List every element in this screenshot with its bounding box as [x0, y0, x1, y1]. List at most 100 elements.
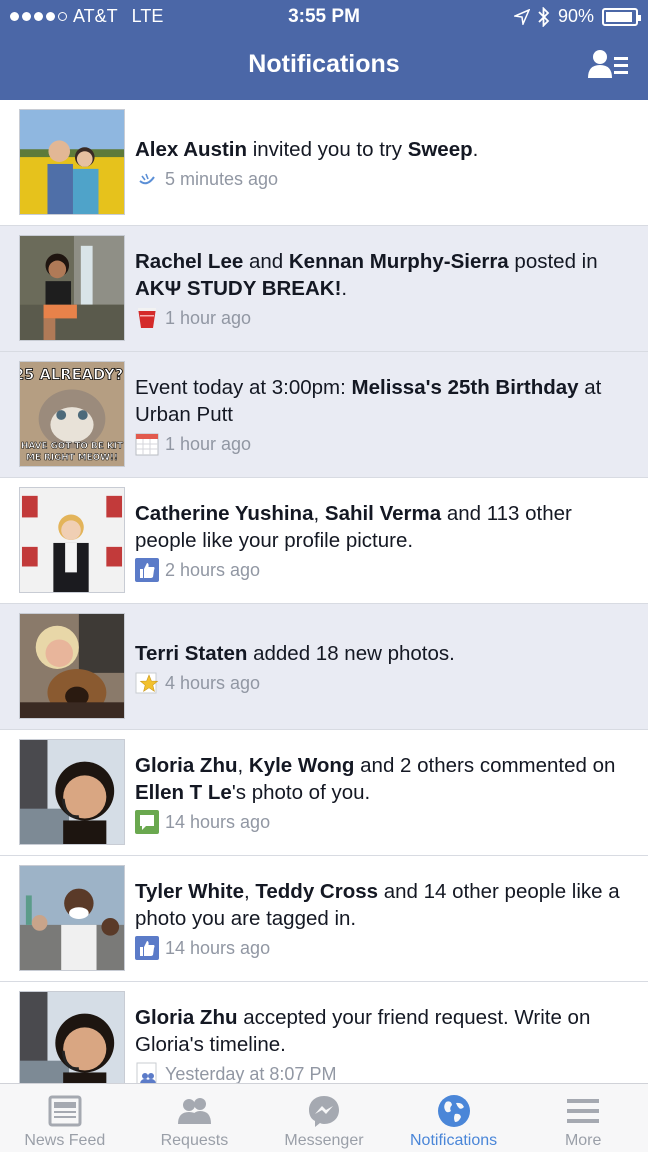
- notification-thumbnail: [19, 487, 125, 593]
- notification-thumbnail: [19, 235, 125, 341]
- tab-label: News Feed: [24, 1132, 106, 1149]
- tab-requests[interactable]: Requests: [130, 1084, 260, 1152]
- notification-time: 4 hours ago: [165, 672, 261, 693]
- notification-text: Catherine Yushina, Sahil Verma and 113 o…: [135, 500, 635, 554]
- menu-icon: [566, 1094, 600, 1128]
- notification-content: Rachel Lee and Kennan Murphy-Sierra post…: [135, 248, 635, 330]
- news-feed-icon: [48, 1094, 82, 1128]
- battery-percent: 90%: [557, 6, 594, 26]
- notification-plain-text: ,: [313, 502, 325, 525]
- notification-plain-text: and: [243, 250, 289, 273]
- notification-meta: 4 hours ago: [135, 671, 635, 695]
- notification-bold-text: Kyle Wong: [248, 754, 355, 777]
- notification-row[interactable]: Alex Austin invited you to try Sweep. 5 m…: [0, 100, 648, 226]
- notification-bold-text: Teddy Cross: [255, 880, 379, 903]
- notification-meta: Yesterday at 8:07 PM: [135, 1062, 635, 1083]
- notification-content: Terri Staten added 18 new photos. 4 hours…: [135, 640, 635, 695]
- notification-content: Gloria Zhu accepted your friend request.…: [135, 1004, 635, 1083]
- bluetooth-icon: [538, 6, 550, 27]
- notification-bold-text: AKΨ STUDY BREAK!: [135, 277, 342, 300]
- comment-icon: [135, 810, 159, 834]
- notification-plain-text: ,: [237, 754, 249, 777]
- notification-row[interactable]: Gloria Zhu, Kyle Wong and 2 others comme…: [0, 730, 648, 856]
- notification-content: Catherine Yushina, Sahil Verma and 113 o…: [135, 500, 635, 582]
- tab-news-feed[interactable]: News Feed: [0, 1084, 130, 1152]
- notification-row[interactable]: 25 ALREADY?! HAVE GOT TO BE KIT ME RIGHT…: [0, 352, 648, 478]
- notification-row[interactable]: Terri Staten added 18 new photos. 4 hours…: [0, 604, 648, 730]
- tab-bar: News Feed Requests Messenger Notifications M…: [0, 1083, 648, 1152]
- tab-label: More: [564, 1132, 602, 1149]
- notification-time: 5 minutes ago: [165, 168, 279, 189]
- notification-row[interactable]: Tyler White, Teddy Cross and 14 other pe…: [0, 856, 648, 982]
- notification-thumbnail: [19, 613, 125, 719]
- like-icon: [135, 936, 159, 960]
- notification-row[interactable]: Rachel Lee and Kennan Murphy-Sierra post…: [0, 226, 648, 352]
- notification-plain-text: .: [472, 138, 479, 161]
- notification-time: 2 hours ago: [165, 559, 261, 580]
- notification-bold-text: Gloria Zhu: [135, 1006, 238, 1029]
- location-arrow-icon: [513, 8, 530, 25]
- notification-bold-text: Melissa's 25th Birthday: [351, 376, 579, 399]
- friend-list-button[interactable]: [588, 48, 630, 80]
- meme-top-text: 25 ALREADY?!: [20, 367, 124, 384]
- notification-text: Event today at 3:00pm: Melissa's 25th Bi…: [135, 374, 635, 428]
- notification-bold-text: Sahil Verma: [324, 502, 442, 525]
- notification-time: 14 hours ago: [165, 937, 271, 958]
- globe-icon: [437, 1094, 471, 1128]
- requests-icon: [177, 1094, 212, 1128]
- notification-bold-text: Alex Austin: [135, 138, 248, 161]
- notification-bold-text: Catherine Yushina: [135, 502, 314, 525]
- notification-time: 1 hour ago: [165, 433, 252, 454]
- notification-time: 1 hour ago: [165, 307, 252, 328]
- notification-plain-text: added 18 new photos.: [247, 642, 455, 665]
- messenger-icon: [307, 1094, 341, 1128]
- notification-plain-text: .: [341, 277, 348, 300]
- notification-meta: 1 hour ago: [135, 432, 635, 456]
- tab-more[interactable]: More: [518, 1084, 648, 1152]
- status-bar: AT&T LTE 3:55 PM 90%: [0, 0, 648, 34]
- notification-text: Gloria Zhu accepted your friend request.…: [135, 1004, 635, 1058]
- tab-messenger[interactable]: Messenger: [259, 1084, 389, 1152]
- meme-bottom-text-1: HAVE GOT TO BE KIT: [21, 441, 123, 451]
- sweep-app-icon: [135, 167, 159, 191]
- status-right: 90%: [513, 6, 641, 27]
- tab-label: Messenger: [284, 1132, 364, 1149]
- notification-text: Terri Staten added 18 new photos.: [135, 640, 635, 667]
- notification-text: Gloria Zhu, Kyle Wong and 2 others comme…: [135, 752, 635, 806]
- notification-plain-text: Event today at 3:00pm:: [135, 376, 352, 399]
- notification-content: Tyler White, Teddy Cross and 14 other pe…: [135, 878, 635, 960]
- notification-meta: 5 minutes ago: [135, 167, 635, 191]
- notification-thumbnail: [19, 739, 125, 845]
- meme-bottom-text-2: ME RIGHT MEOW!!: [26, 453, 118, 463]
- tab-label: Requests: [160, 1132, 229, 1149]
- notification-meta: 1 hour ago: [135, 306, 635, 330]
- like-icon: [135, 558, 159, 582]
- tab-label: Notifications: [410, 1132, 498, 1149]
- notification-text: Tyler White, Teddy Cross and 14 other pe…: [135, 878, 635, 932]
- notification-meta: 14 hours ago: [135, 810, 635, 834]
- top-bar: AT&T LTE 3:55 PM 90% Notifications: [0, 0, 648, 100]
- notification-row[interactable]: Gloria Zhu accepted your friend request.…: [0, 982, 648, 1083]
- notification-thumbnail: 25 ALREADY?! HAVE GOT TO BE KIT ME RIGHT…: [19, 361, 125, 467]
- notification-bold-text: Rachel Lee: [135, 250, 244, 273]
- notifications-list[interactable]: Alex Austin invited you to try Sweep. 5 m…: [0, 100, 648, 1083]
- notification-time: 14 hours ago: [165, 811, 271, 832]
- notification-text: Alex Austin invited you to try Sweep.: [135, 136, 635, 163]
- notification-bold-text: Gloria Zhu: [135, 754, 238, 777]
- notification-bold-text: Terri Staten: [135, 642, 248, 665]
- notification-bold-text: Ellen T Le: [135, 781, 232, 804]
- notification-bold-text: Tyler White: [135, 880, 244, 903]
- notification-time: Yesterday at 8:07 PM: [165, 1063, 337, 1084]
- calendar-icon: [135, 432, 159, 456]
- notification-content: Gloria Zhu, Kyle Wong and 2 others comme…: [135, 752, 635, 834]
- tab-notifications[interactable]: Notifications: [389, 1084, 519, 1152]
- notification-plain-text: and 2 others commented on: [354, 754, 616, 777]
- page-title: Notifications: [248, 50, 400, 78]
- notification-row[interactable]: Catherine Yushina, Sahil Verma and 113 o…: [0, 478, 648, 604]
- star-photo-icon: [135, 671, 159, 695]
- notification-plain-text: 's photo of you.: [231, 781, 371, 804]
- notification-bold-text: Kennan Murphy-Sierra: [288, 250, 509, 273]
- notification-thumbnail: [19, 109, 125, 215]
- red-cup-icon: [135, 306, 159, 330]
- notification-thumbnail: [19, 991, 125, 1083]
